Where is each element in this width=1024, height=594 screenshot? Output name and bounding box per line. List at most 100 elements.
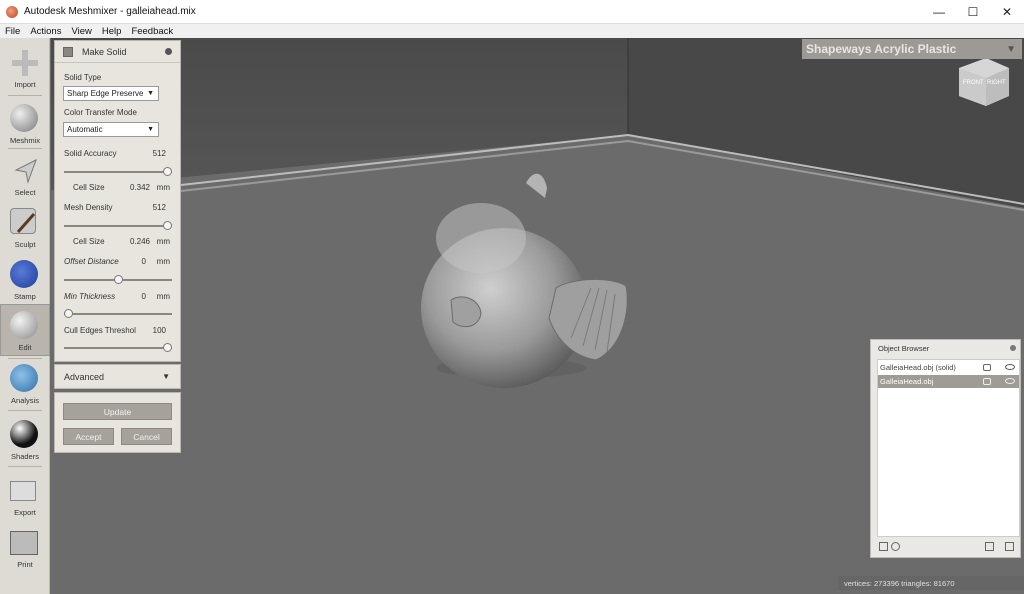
pin-icon[interactable] xyxy=(983,378,991,385)
object-item-selected[interactable]: GalleiaHead.obj xyxy=(878,375,1019,388)
object-browser-footer xyxy=(877,541,1020,553)
window-title: Autodesk Meshmixer - galleiahead.mix xyxy=(24,6,196,17)
cursor-arrow-icon xyxy=(10,156,40,186)
printer-icon xyxy=(10,528,40,558)
minimize-button[interactable]: — xyxy=(922,0,956,24)
object-browser-header: Object Browser xyxy=(871,340,1020,357)
menu-bar: File Actions View Help Feedback xyxy=(0,24,1024,38)
color-transfer-select[interactable]: Automatic ▼ xyxy=(63,122,159,137)
edit-sphere-icon xyxy=(10,311,40,341)
slider-handle[interactable] xyxy=(163,343,172,352)
solid-accuracy-label: Solid Accuracy xyxy=(64,149,117,158)
color-transfer-value: Automatic xyxy=(67,125,103,134)
cube-icon xyxy=(63,46,73,57)
tool-analysis[interactable]: Analysis xyxy=(0,358,50,410)
menu-file[interactable]: File xyxy=(0,26,25,37)
tool-sculpt-label: Sculpt xyxy=(14,240,36,249)
cell-size-value: 0.342 xyxy=(129,183,150,192)
visibility-eye-icon[interactable] xyxy=(1005,378,1015,384)
offset-distance-slider[interactable] xyxy=(64,275,172,284)
object-browser: Object Browser GalleiaHead.obj (solid) G… xyxy=(870,339,1021,558)
close-button[interactable]: ✕ xyxy=(990,0,1024,24)
view-cube-right: RIGHT xyxy=(987,80,1006,86)
slider-handle[interactable] xyxy=(64,309,73,318)
tool-export[interactable]: Export xyxy=(0,470,50,522)
tool-analysis-label: Analysis xyxy=(11,396,39,405)
visibility-eye-icon[interactable] xyxy=(1005,364,1015,370)
object-item-name: GalleiaHead.obj (solid) xyxy=(880,363,956,372)
tool-edit[interactable]: Edit xyxy=(0,304,50,356)
min-thickness-slider[interactable] xyxy=(64,309,172,318)
cull-edges-label: Cull Edges Threshol xyxy=(64,326,136,335)
unit-mm: mm xyxy=(156,292,170,301)
min-thickness-value: 0 xyxy=(141,292,146,301)
panel-actions: Update Accept Cancel xyxy=(54,392,181,453)
trash-icon[interactable] xyxy=(1005,542,1014,551)
menu-actions[interactable]: Actions xyxy=(25,26,66,37)
tool-meshmix-label: Meshmix xyxy=(9,136,40,145)
maximize-button[interactable]: ☐ xyxy=(956,0,990,24)
gear-icon[interactable] xyxy=(165,48,172,55)
mesh-density-slider[interactable] xyxy=(64,221,172,230)
object-item-name: GalleiaHead.obj xyxy=(880,377,934,386)
tool-edit-label: Edit xyxy=(18,343,32,352)
offset-distance-label: Offset Distance xyxy=(64,257,119,266)
left-toolbar: Import Meshmix Select Sculpt Stamp Edit xyxy=(0,38,50,594)
tool-stamp[interactable]: Stamp xyxy=(0,254,50,306)
chevron-down-icon: ▼ xyxy=(1006,43,1016,55)
tool-import[interactable]: Import xyxy=(0,42,50,94)
duplicate-icon[interactable] xyxy=(985,542,994,551)
close-icon[interactable] xyxy=(1010,345,1016,351)
divider xyxy=(8,410,42,411)
panel-header: Make Solid xyxy=(55,41,180,63)
solid-type-select[interactable]: Sharp Edge Preserve ▼ xyxy=(63,86,159,101)
cell-size-label: Cell Size xyxy=(73,183,105,192)
slider-handle[interactable] xyxy=(163,167,172,176)
color-transfer-label: Color Transfer Mode xyxy=(64,108,137,117)
tool-shaders[interactable]: Shaders xyxy=(0,414,50,466)
object-item[interactable]: GalleiaHead.obj (solid) xyxy=(878,361,1019,374)
tool-print[interactable]: Print xyxy=(0,522,50,574)
mesh-density-value: 512 xyxy=(152,203,166,212)
offset-distance-value: 0 xyxy=(141,257,146,266)
solid-type-value: Sharp Edge Preserve xyxy=(67,89,144,98)
divider xyxy=(8,95,42,96)
tool-stamp-label: Stamp xyxy=(14,292,36,301)
tool-export-label: Export xyxy=(14,508,36,517)
menu-view[interactable]: View xyxy=(66,26,96,37)
chevron-down-icon: ▼ xyxy=(147,90,154,97)
chevron-down-icon: ▼ xyxy=(162,372,170,381)
tool-sculpt[interactable]: Sculpt xyxy=(0,202,50,254)
unit-mm: mm xyxy=(156,257,170,266)
material-dropdown[interactable]: Shapeways Acrylic Plastic ▼ xyxy=(802,39,1022,59)
cancel-button[interactable]: Cancel xyxy=(121,428,172,445)
divider xyxy=(8,466,42,467)
menu-feedback[interactable]: Feedback xyxy=(126,26,178,37)
pin-icon[interactable] xyxy=(983,364,991,371)
material-label: Shapeways Acrylic Plastic xyxy=(806,42,957,56)
cull-edges-slider[interactable] xyxy=(64,343,172,352)
advanced-section-toggle[interactable]: Advanced ▼ xyxy=(54,364,181,389)
tool-select-label: Select xyxy=(14,188,36,197)
slider-handle[interactable] xyxy=(163,221,172,230)
tool-select[interactable]: Select xyxy=(0,150,50,202)
menu-help[interactable]: Help xyxy=(97,26,127,37)
solid-accuracy-value: 512 xyxy=(152,149,166,158)
tool-meshmix[interactable]: Meshmix xyxy=(0,98,50,150)
clock-icon[interactable] xyxy=(891,542,900,551)
cull-edges-value: 100 xyxy=(152,326,166,335)
unit-mm: mm xyxy=(156,183,170,192)
cube-icon[interactable] xyxy=(879,542,888,551)
update-button[interactable]: Update xyxy=(63,403,172,420)
slider-handle[interactable] xyxy=(113,275,123,284)
accept-button[interactable]: Accept xyxy=(63,428,114,445)
advanced-label: Advanced xyxy=(64,371,105,382)
solid-accuracy-slider[interactable] xyxy=(64,167,172,176)
meshmix-sphere-icon xyxy=(10,104,40,134)
plus-icon xyxy=(10,48,40,78)
panel-title: Make Solid xyxy=(82,46,127,57)
chevron-down-icon: ▼ xyxy=(147,126,154,133)
tool-shaders-label: Shaders xyxy=(11,452,39,461)
meshmixer-logo-icon xyxy=(6,5,18,18)
export-icon xyxy=(10,476,40,506)
